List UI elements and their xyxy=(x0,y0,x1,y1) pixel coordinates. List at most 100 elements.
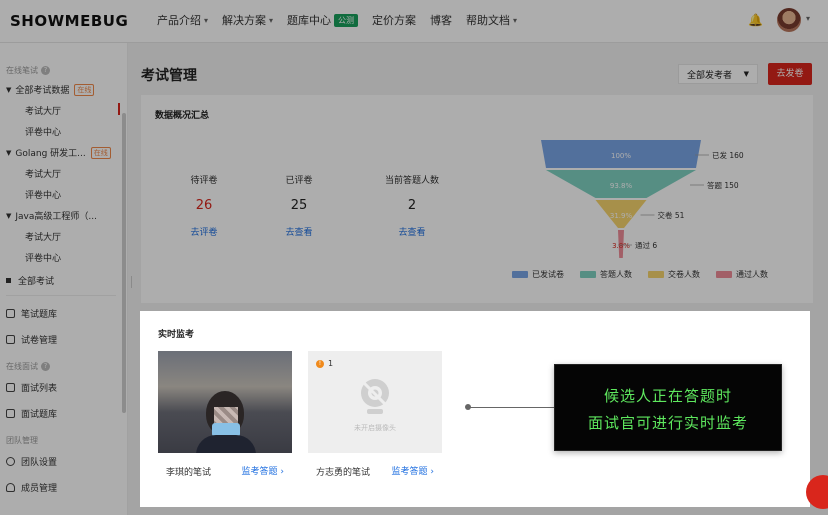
feature-callout: 候选人正在答题时 面试官可进行实时监考 xyxy=(554,364,782,451)
funnel-chart: 100% 已发 160 93.8% 答题 150 31.9% 交卷 51 3.8% 通过 6 xyxy=(541,140,744,258)
sidebar-item-exam-hall[interactable]: 考试大厅 xyxy=(25,104,61,117)
bank-icon xyxy=(6,409,15,418)
gear-icon xyxy=(6,457,15,466)
sidebar-item-all-exams[interactable]: 全部考试 xyxy=(6,274,54,287)
summary-title: 数据概况汇总 xyxy=(155,111,210,121)
sidebar-item-grading-center[interactable]: 评卷中心 xyxy=(25,251,61,264)
funnel-percent-label: 3.8% xyxy=(612,242,630,250)
beta-badge: 公测 xyxy=(334,13,359,27)
callout-line-2: 面试官可进行实时监考 xyxy=(587,414,748,432)
chevron-down-icon: ▾ xyxy=(269,15,274,25)
chevron-down-icon: ▾ xyxy=(513,15,518,25)
sidebar-item-grading-center[interactable]: 评卷中心 xyxy=(25,188,61,201)
legend-swatch xyxy=(580,271,596,278)
sidebar-section-online-interview: 在线面试? xyxy=(6,361,50,372)
legend-item[interactable]: 已发试卷 xyxy=(512,269,564,280)
candidate-name: 李琪的笔试 xyxy=(166,468,212,478)
active-indicator xyxy=(118,103,120,115)
caret-down-icon: ▼ xyxy=(743,70,749,78)
proctor-answer-link[interactable]: 监考答题 › xyxy=(242,464,284,477)
candidate-card[interactable]: ! 1 未开启摄像头 方志勇的笔试 监考答题 › xyxy=(308,351,442,487)
sidebar-item-team-settings[interactable]: 团队设置 xyxy=(6,455,57,468)
sidebar-item-interview-bank[interactable]: 面试题库 xyxy=(6,407,57,420)
help-icon[interactable]: ? xyxy=(41,66,50,75)
main-nav: 产品介绍 ▾ 解决方案 ▾ 题库中心 公测 定价方案 博客 帮助文档 ▾ xyxy=(157,12,531,28)
candidate-card[interactable]: 李琪的笔试 监考答题 › xyxy=(158,351,292,487)
camera-off-placeholder[interactable]: ! 1 未开启摄像头 xyxy=(308,351,442,453)
nav-blog[interactable]: 博客 xyxy=(430,12,452,28)
caret-down-icon: ▼ xyxy=(6,85,12,94)
help-icon[interactable]: ? xyxy=(41,362,50,371)
paper-icon xyxy=(6,335,15,344)
legend-swatch xyxy=(716,271,732,278)
sidebar-item-member-management[interactable]: 成员管理 xyxy=(6,481,57,494)
go-grade-link[interactable]: 去评卷 xyxy=(159,225,249,238)
stat-pending-grading: 待评卷 26 去评卷 xyxy=(159,173,249,238)
status-tag: 在线 xyxy=(90,146,111,159)
sidebar-section-team: 团队管理 xyxy=(6,436,38,445)
nav-solutions[interactable]: 解决方案 ▾ xyxy=(222,12,273,28)
sidebar-item-grading-center[interactable]: 评卷中心 xyxy=(25,125,61,138)
top-navbar: SHOWMEBUG 产品介绍 ▾ 解决方案 ▾ 题库中心 公测 定价方案 博客 帮助文… xyxy=(0,0,828,43)
sidebar-scrollbar[interactable] xyxy=(122,113,126,413)
sidebar: 在线笔试? ▼ 全部考试数据 在线 考试大厅 评卷中心 ▼ Golang 研发工...… xyxy=(0,43,128,515)
sidebar-item-exam-hall[interactable]: 考试大厅 xyxy=(25,167,61,180)
chart-legend: 已发试卷 答题人数 交卷人数 通过人数 xyxy=(512,269,784,280)
funnel-stage-label: 通过 6 xyxy=(635,240,657,250)
sidebar-item-interview-list[interactable]: 面试列表 xyxy=(6,381,57,394)
nav-product[interactable]: 产品介绍 ▾ xyxy=(157,12,208,28)
showmebug-logo[interactable]: SHOWMEBUG xyxy=(10,12,128,30)
legend-item[interactable]: 交卷人数 xyxy=(648,269,700,280)
go-view-link[interactable]: 去查看 xyxy=(254,225,344,238)
divider xyxy=(6,295,116,296)
page-title: 考试管理 xyxy=(141,68,197,84)
bank-icon xyxy=(6,309,15,318)
legend-item[interactable]: 答题人数 xyxy=(580,269,632,280)
user-avatar[interactable] xyxy=(777,8,801,32)
list-icon xyxy=(6,383,15,392)
camera-off-text: 未开启摄像头 xyxy=(354,424,396,432)
funnel-percent-label: 31.9% xyxy=(610,212,633,220)
stat-value: 25 xyxy=(290,198,308,213)
stat-label: 当前答题人数 xyxy=(384,176,439,186)
camera-off-icon xyxy=(360,379,390,414)
stat-current-answering: 当前答题人数 2 去查看 xyxy=(367,173,457,238)
square-bullet-icon xyxy=(6,278,11,283)
issue-paper-button[interactable]: 去发卷 xyxy=(768,63,812,85)
stat-value: 2 xyxy=(407,198,417,213)
sidebar-item-written-bank[interactable]: 笔试题库 xyxy=(6,307,57,320)
legend-swatch xyxy=(512,271,528,278)
candidate-video[interactable] xyxy=(158,351,292,453)
bell-icon[interactable]: 🔔 xyxy=(748,13,763,27)
stat-label: 待评卷 xyxy=(190,176,218,186)
chevron-down-icon: ▾ xyxy=(204,15,209,25)
data-summary-card: 数据概况汇总 待评卷 26 去评卷 已评卷 25 去查看 当前答题人数 2 去查… xyxy=(141,95,813,303)
user-icon xyxy=(6,483,15,492)
nav-pricing[interactable]: 定价方案 xyxy=(372,12,416,28)
sidebar-collapse-handle[interactable] xyxy=(131,276,135,288)
proctor-answer-link[interactable]: 监考答题 › xyxy=(392,464,434,477)
go-view-link[interactable]: 去查看 xyxy=(367,225,457,238)
sidebar-group-golang[interactable]: ▼ Golang 研发工... 在线 xyxy=(6,146,111,159)
funnel-percent-label: 100% xyxy=(611,152,631,160)
warning-count: ! 1 xyxy=(316,359,333,368)
funnel-stage-label: 答题 150 xyxy=(707,180,739,190)
candidate-name: 方志勇的笔试 xyxy=(316,468,371,478)
monitor-title: 实时监考 xyxy=(158,330,195,340)
nav-question-bank[interactable]: 题库中心 公测 xyxy=(287,12,359,28)
stat-value: 26 xyxy=(195,198,213,213)
sidebar-group-java[interactable]: ▼ Java高级工程师（... xyxy=(6,209,97,223)
sidebar-section-online-exam: 在线笔试? xyxy=(6,65,50,76)
funnel-stage-label: 交卷 51 xyxy=(658,210,685,220)
sidebar-group-all-exam-data[interactable]: ▼ 全部考试数据 在线 xyxy=(6,83,95,96)
nav-help-docs[interactable]: 帮助文档 ▾ xyxy=(466,12,517,28)
legend-item[interactable]: 通过人数 xyxy=(716,269,768,280)
chevron-down-icon[interactable]: ▾ xyxy=(806,14,810,23)
warning-icon: ! xyxy=(316,359,324,368)
funnel-percent-label: 93.8% xyxy=(610,182,633,190)
status-tag: 在线 xyxy=(74,83,95,96)
issuer-filter-select[interactable]: 全部发考者 ▼ xyxy=(678,64,758,84)
funnel-stage-label: 已发 160 xyxy=(712,150,744,160)
sidebar-item-exam-hall[interactable]: 考试大厅 xyxy=(25,230,61,243)
sidebar-item-paper-management[interactable]: 试卷管理 xyxy=(6,333,57,346)
